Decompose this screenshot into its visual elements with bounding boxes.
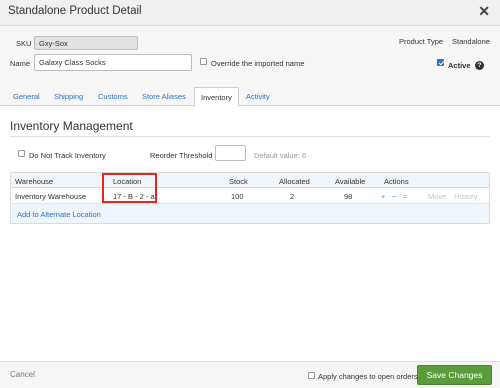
location-highlight-box — [102, 173, 157, 203]
column-header-actions: Actions — [384, 177, 409, 186]
column-header-available: Available — [335, 177, 366, 186]
sku-label: SKU — [16, 39, 32, 48]
do-not-track-checkbox[interactable] — [18, 150, 25, 157]
default-value-hint: Default value: 6 — [254, 151, 307, 160]
available-cell: 98 — [344, 192, 353, 201]
tab-general[interactable]: General — [13, 92, 40, 101]
minus-icon[interactable]: − — [392, 192, 396, 201]
name-label: Name — [10, 59, 31, 68]
column-header-warehouse: Warehouse — [15, 177, 54, 186]
sku-field: Gxy-Sox — [34, 36, 138, 50]
tab-inventory[interactable]: Inventory — [194, 87, 239, 107]
column-header-stock: Stock — [229, 177, 248, 186]
allocated-cell: 2 — [290, 192, 295, 201]
column-header-allocated: Allocated — [279, 177, 310, 186]
inventory-table: Warehouse Location Stock Allocated Avail… — [10, 172, 490, 224]
override-name-checkbox[interactable] — [200, 58, 207, 65]
product-type-value: Standalone — [452, 37, 490, 46]
help-icon[interactable]: ? — [475, 61, 484, 70]
tab-activity[interactable]: Activity — [246, 92, 270, 101]
product-type-label: Product Type — [399, 37, 444, 46]
move-button[interactable]: Move — [428, 192, 446, 201]
stock-cell: 100 — [231, 192, 244, 201]
section-title: Inventory Management — [10, 119, 133, 133]
product-header: SKU Gxy-Sox Name Galaxy Class Socks Over… — [0, 26, 500, 88]
apply-to-orders-label: Apply changes to open orders — [318, 372, 418, 381]
equals-icon[interactable]: = — [403, 192, 407, 201]
plus-icon[interactable]: + — [381, 192, 385, 201]
active-label: Active — [448, 61, 471, 70]
table-footer: Add to Alternate Location — [11, 204, 489, 223]
table-header: Warehouse Location Stock Allocated Avail… — [11, 173, 489, 188]
tab-customs[interactable]: Customs — [98, 92, 128, 101]
tab-store-aliases[interactable]: Store Aliases — [142, 92, 186, 101]
reorder-threshold-input[interactable] — [215, 145, 246, 161]
save-changes-button[interactable]: Save Changes — [417, 365, 492, 385]
warehouse-cell: Inventory Warehouse — [15, 192, 87, 201]
dialog-titlebar: Standalone Product Detail ✕ — [0, 0, 500, 26]
history-button[interactable]: History — [454, 192, 477, 201]
apply-to-orders-checkbox[interactable] — [308, 372, 315, 379]
dialog-title: Standalone Product Detail — [8, 5, 142, 17]
section-divider — [10, 136, 490, 137]
name-field[interactable]: Galaxy Class Socks — [34, 54, 192, 71]
active-checkbox[interactable] — [437, 59, 444, 66]
table-row: Inventory Warehouse 17 - B - 2 - a 100 2… — [11, 188, 489, 204]
reorder-threshold-label: Reorder Threshold — [150, 151, 213, 160]
close-icon[interactable]: ✕ — [478, 3, 490, 20]
cancel-button[interactable]: Cancel — [10, 370, 35, 379]
tab-shipping[interactable]: Shipping — [54, 92, 83, 101]
override-name-label: Override the imported name — [211, 59, 305, 68]
add-alternate-location-link[interactable]: Add to Alternate Location — [17, 210, 101, 219]
do-not-track-label: Do Not Track Inventory — [29, 151, 106, 160]
tab-bar: General Shipping Customs Store Aliases I… — [0, 87, 500, 107]
dialog-footer: Cancel Apply changes to open orders Save… — [0, 361, 500, 388]
